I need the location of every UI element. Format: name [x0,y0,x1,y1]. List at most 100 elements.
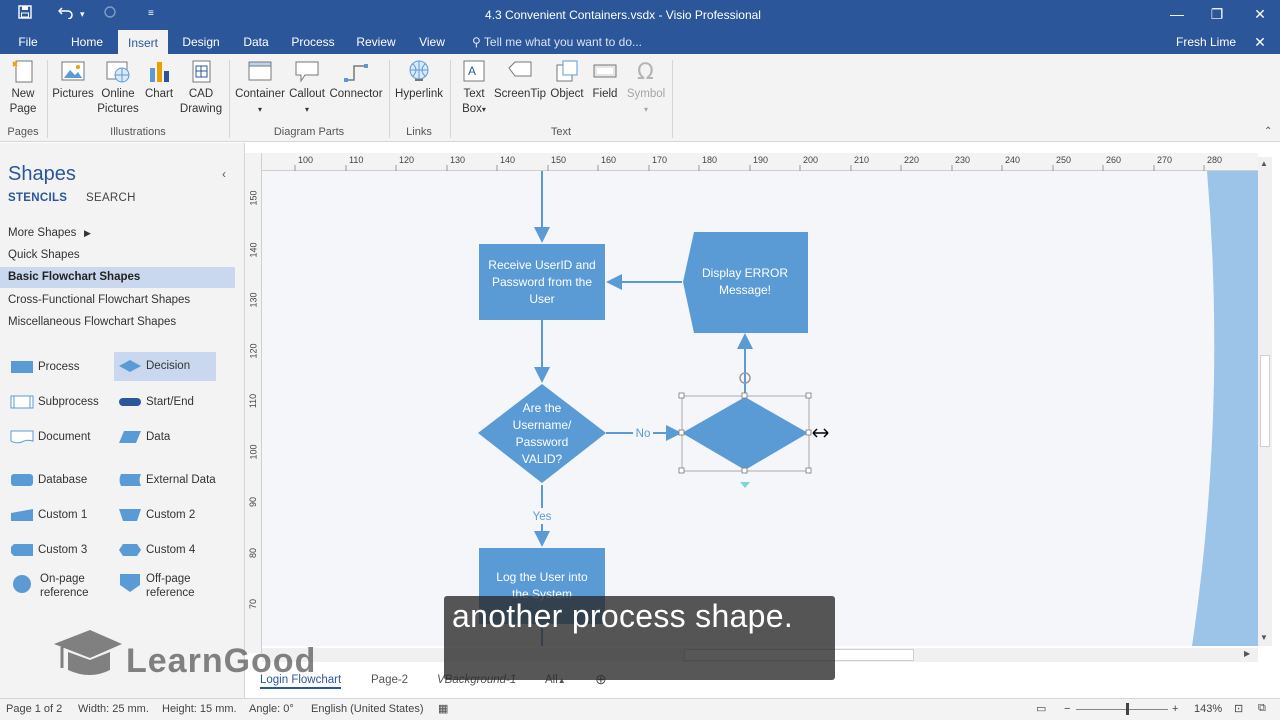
master-custom-2[interactable]: Custom 2 [118,501,218,529]
window-title: 4.3 Convenient Containers.vsdx - Visio P… [485,8,761,22]
scroll-up-icon[interactable]: ▲ [1260,159,1268,168]
scroll-down-icon[interactable]: ▼ [1260,633,1268,642]
master-decision[interactable]: Decision [114,352,216,381]
master-label: Data [146,431,171,443]
macro-record-icon[interactable]: ▦ [438,702,448,715]
master-external-data[interactable]: External Data [118,466,218,494]
zoom-slider[interactable] [1076,709,1168,710]
resize-cursor-icon [812,428,829,438]
new-page-button[interactable]: New Page [4,58,42,117]
stencil-quick-shapes[interactable]: Quick Shapes [0,245,235,266]
master-label: Start/End [146,396,194,408]
container-button[interactable]: Container ▾ [234,58,286,117]
custom-3-shape-icon [11,544,33,556]
switch-windows-icon[interactable]: ⧉ [1258,702,1266,715]
chevron-right-icon: ▶ [84,228,91,238]
presentation-mode-icon[interactable]: ▭ [1036,702,1046,715]
master-on-page-reference[interactable]: On-page reference [10,571,110,603]
on-page-reference-shape-icon [13,575,31,593]
connector-button[interactable]: Connector [328,58,384,102]
scroll-right-icon[interactable]: ▶ [1244,649,1250,658]
tab-file[interactable]: File [8,30,48,54]
master-subprocess[interactable]: Subprocess [10,388,110,416]
master-process[interactable]: Process [10,353,110,381]
stencil-more-shapes[interactable]: More Shapes ▶ [0,223,235,244]
online-pictures-button[interactable]: Online Pictures [97,58,139,117]
collapse-pane-icon[interactable]: ‹ [222,167,226,181]
master-off-page-reference[interactable]: Off-page reference [118,571,218,603]
zoom-slider-thumb[interactable] [1126,703,1129,715]
tab-home[interactable]: Home [62,30,112,54]
text-box-button[interactable]: A Text Box▾ [456,58,492,117]
minimize-icon[interactable]: — [1165,3,1189,25]
field-button[interactable]: Field [588,58,622,102]
object-button[interactable]: Object [548,58,586,102]
zoom-out-icon[interactable]: − [1064,703,1070,715]
symbol-dropdown-icon: ▾ [643,105,648,114]
no-label: No [636,428,651,440]
fit-to-window-icon[interactable]: ⊡ [1234,702,1243,715]
tab-data[interactable]: Data [234,30,278,54]
graduation-cap-icon [54,630,122,675]
master-document[interactable]: Document [10,423,110,451]
master-data[interactable]: Data [118,423,218,451]
cad-drawing-label-1: CAD [188,88,214,100]
group-separator [672,60,673,138]
tell-me-search[interactable]: ⚲ Tell me what you want to do... [472,30,642,54]
master-label: Decision [146,360,191,372]
pictures-icon [61,61,85,81]
page-tab-page-2[interactable]: Page-2 [371,674,408,686]
tab-insert[interactable]: Insert [118,30,168,54]
ruler-tick-label: 160 [601,155,617,165]
symbol-button[interactable]: Ω Symbol ▾ [624,58,668,117]
tab-review[interactable]: Review [350,30,402,54]
collapse-ribbon-icon[interactable]: ⌃ [1264,126,1272,137]
screentip-button[interactable]: ScreenTip [494,58,546,102]
close-icon[interactable]: ✕ [1248,3,1272,25]
stencil-basic-flowchart[interactable]: Basic Flowchart Shapes [0,267,235,288]
connector-label: Connector [329,88,383,100]
status-page[interactable]: Page 1 of 2 [6,703,62,715]
master-label-2: reference [146,587,195,599]
tab-view[interactable]: View [410,30,454,54]
master-custom-1[interactable]: Custom 1 [10,501,110,529]
ruler-tick-label: 140 [248,242,259,258]
vertical-scroll-thumb[interactable] [1260,355,1270,447]
user-name[interactable]: Fresh Lime [1176,30,1236,54]
pictures-button[interactable]: Pictures [51,58,95,102]
zoom-in-icon[interactable]: + [1172,703,1178,715]
restore-icon[interactable]: ❐ [1205,3,1229,25]
stencil-cross-functional[interactable]: Cross-Functional Flowchart Shapes [0,290,235,311]
decision-valid[interactable] [478,384,606,483]
tab-process[interactable]: Process [286,30,340,54]
tab-design[interactable]: Design [176,30,226,54]
new-decision-shape[interactable] [682,397,808,470]
status-language[interactable]: English (United States) [311,703,424,715]
learngood-logo: LearnGood [52,628,315,692]
master-database[interactable]: Database [10,466,110,494]
autoconnect-arrow-icon[interactable] [740,482,750,488]
cad-drawing-button[interactable]: CAD Drawing [178,58,224,117]
master-custom-4[interactable]: Custom 4 [118,536,218,564]
hyperlink-button[interactable]: Hyperlink [393,58,445,102]
callout-button[interactable]: Callout ▾ [288,58,326,117]
group-diagram-parts-label: Diagram Parts [273,126,345,138]
drawing-canvas[interactable]: Receive UserID and Password from the Use… [262,171,1258,646]
ruler-tick-label: 100 [298,155,314,165]
chart-button[interactable]: Chart [142,58,176,102]
ruler-tick-label: 130 [450,155,466,165]
stencil-misc-flowchart[interactable]: Miscellaneous Flowchart Shapes [0,312,235,333]
master-start-end[interactable]: Start/End [118,388,218,416]
custom-2-shape-icon [119,509,141,521]
tab-search[interactable]: SEARCH [86,192,136,204]
decision-text-4: VALID? [522,452,563,466]
master-custom-3[interactable]: Custom 3 [10,536,110,564]
vertical-scrollbar[interactable]: ▲ ▼ [1258,157,1272,646]
close-document-icon[interactable]: ✕ [1248,31,1272,53]
zoom-level[interactable]: 143% [1194,703,1222,715]
ruler-tick-label: 260 [1106,155,1122,165]
cad-drawing-icon [192,60,211,83]
group-text-label: Text [550,126,572,138]
decision-shape-icon [119,360,141,372]
tab-stencils[interactable]: STENCILS [8,192,67,204]
